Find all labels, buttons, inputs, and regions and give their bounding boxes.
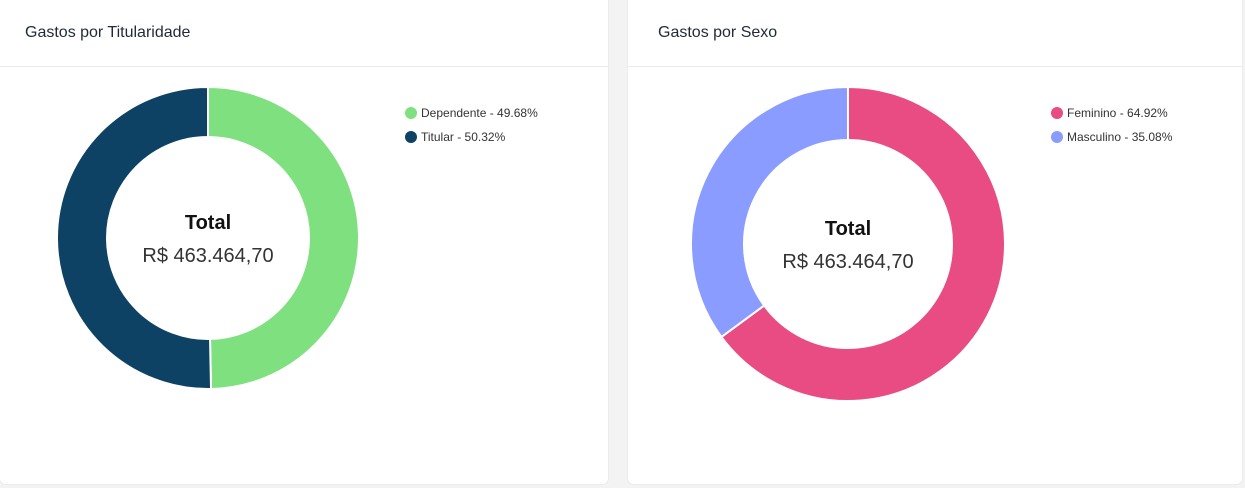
card-title: Gastos por Sexo xyxy=(658,24,778,41)
legend-label: Masculino - 35.08% xyxy=(1067,130,1173,144)
sexo-card: Gastos por Sexo Total R$ 463.464,70 Femi… xyxy=(628,0,1242,484)
legend-marker xyxy=(1051,107,1063,119)
legend-item-masculino[interactable]: Masculino - 35.08% xyxy=(1051,125,1172,149)
legend-marker xyxy=(405,107,417,119)
center-value: R$ 463.464,70 xyxy=(782,251,914,273)
center-value: R$ 463.464,70 xyxy=(142,245,274,267)
center-label: Total xyxy=(184,212,232,234)
legend-item-dependente[interactable]: Dependente - 49.68% xyxy=(405,101,538,125)
legend-marker xyxy=(1051,131,1063,143)
legend-label: Dependente - 49.68% xyxy=(421,106,538,120)
legend-marker xyxy=(405,131,417,143)
legend-label: Feminino - 64.92% xyxy=(1067,106,1168,120)
donut-center: Total R$ 463.464,70 xyxy=(782,218,913,274)
donut-center: Total R$ 463.464,70 xyxy=(142,212,273,268)
card-header: Gastos por Titularidade xyxy=(0,0,608,67)
card-title: Gastos por Titularidade xyxy=(25,24,191,41)
legend-item-titular[interactable]: Titular - 50.32% xyxy=(405,125,538,149)
card-header: Gastos por Sexo xyxy=(628,0,1242,67)
donut-slice-masculino[interactable] xyxy=(690,85,849,339)
titularidade-card: Gastos por Titularidade Total R$ 463.464… xyxy=(0,0,608,484)
legend: Feminino - 64.92% Masculino - 35.08% xyxy=(1051,101,1172,149)
legend: Dependente - 49.68% Titular - 50.32% xyxy=(405,101,538,149)
legend-label: Titular - 50.32% xyxy=(421,130,506,144)
legend-item-feminino[interactable]: Feminino - 64.92% xyxy=(1051,101,1172,125)
center-label: Total xyxy=(824,218,872,240)
